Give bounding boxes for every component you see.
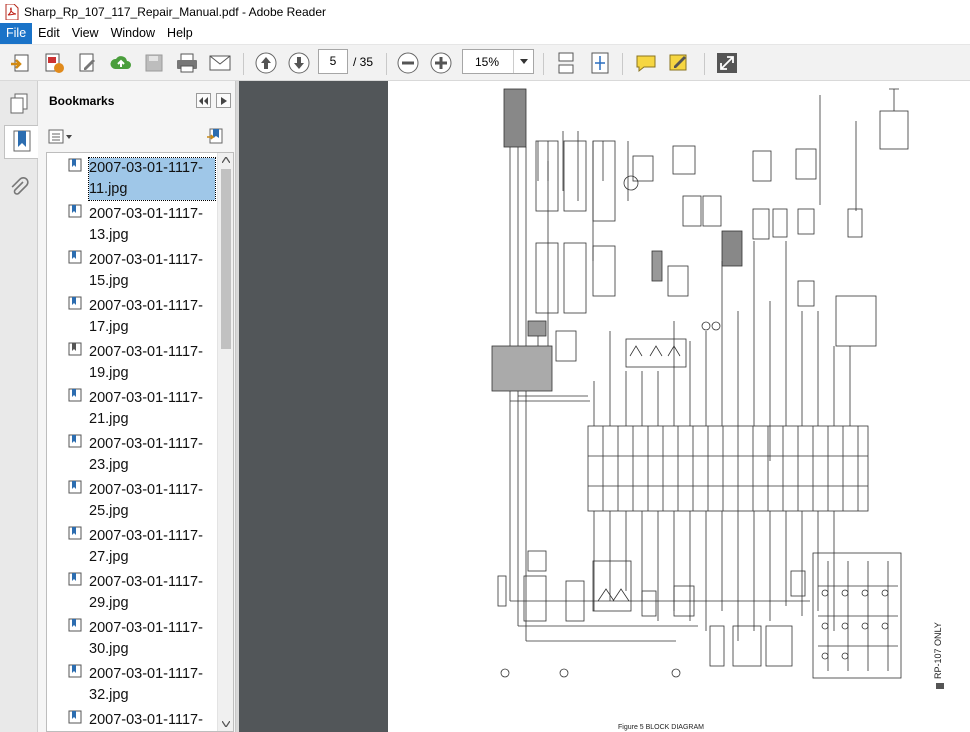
rp107-only-note: RP-107 ONLY xyxy=(933,622,943,679)
bookmark-item[interactable]: 2007-03-01-1117- 23.jpg xyxy=(65,434,215,480)
previous-page-icon[interactable] xyxy=(252,49,280,77)
bookmark-icon xyxy=(68,618,82,632)
bookmark-icon xyxy=(68,572,82,586)
collapse-panel-icon[interactable] xyxy=(196,93,211,108)
sign-icon[interactable] xyxy=(665,49,693,77)
bookmark-item[interactable]: 2007-03-01-1117- 19.jpg xyxy=(65,342,215,388)
bookmarks-list: 2007-03-01-1117- 11.jpg 2007-03-01-1117-… xyxy=(46,152,234,732)
bookmarks-title: Bookmarks xyxy=(49,94,115,108)
zoom-value: 15% xyxy=(475,55,500,69)
block-diagram-image: Figure 5 BLOCK DIAGRAM RP-107 ONLY xyxy=(491,88,944,731)
bookmarks-panel: Bookmarks 2007-03-01-1117- 11.jpg 2007-0… xyxy=(38,81,236,732)
bookmark-icon xyxy=(68,250,82,264)
scroll-up-icon[interactable] xyxy=(222,157,230,163)
bookmark-label: 2007-03-01-1117- 29.jpg xyxy=(89,574,203,611)
bookmark-item[interactable]: 2007-03-01-1117- 13.jpg xyxy=(65,204,215,250)
scroll-down-icon[interactable] xyxy=(222,721,230,727)
comment-icon[interactable] xyxy=(632,49,660,77)
page-number-input[interactable]: 5 xyxy=(318,49,348,74)
bookmark-label: 2007-03-01-1117- 15.jpg xyxy=(89,252,203,289)
save-icon[interactable] xyxy=(140,49,168,77)
zoom-select[interactable]: 15% xyxy=(462,49,534,74)
bookmark-icon xyxy=(68,664,82,678)
page-thumbnails-icon[interactable] xyxy=(4,87,34,121)
bookmark-item[interactable]: 2007-03-01-1117- 32.jpg xyxy=(65,664,215,710)
title-bar: Sharp_Rp_107_117_Repair_Manual.pdf - Ado… xyxy=(0,0,970,23)
zoom-in-icon[interactable] xyxy=(427,49,455,77)
bookmark-label: 2007-03-01-1117- 30.jpg xyxy=(89,620,203,657)
bookmark-icon xyxy=(68,296,82,310)
bookmark-icon xyxy=(68,434,82,448)
navigation-rail xyxy=(0,81,39,732)
bookmark-icon xyxy=(68,388,82,402)
scrollbar-thumb[interactable] xyxy=(221,169,231,349)
bookmark-label: 2007-03-01-1117- xyxy=(89,712,203,728)
document-viewer-background xyxy=(239,81,388,732)
bookmark-item[interactable]: 2007-03-01-1117- 21.jpg xyxy=(65,388,215,434)
menu-bar: File Edit View Window Help xyxy=(0,23,970,44)
bookmark-item[interactable]: 2007-03-01-1117- 27.jpg xyxy=(65,526,215,572)
email-icon[interactable] xyxy=(206,49,234,77)
scroll-mode-icon[interactable] xyxy=(552,49,580,77)
bookmarks-toolbar xyxy=(38,123,236,151)
page-total-label: / 35 xyxy=(353,55,374,69)
menu-edit[interactable]: Edit xyxy=(32,23,66,44)
window-title: Sharp_Rp_107_117_Repair_Manual.pdf - Ado… xyxy=(24,4,326,19)
bookmark-item[interactable]: 2007-03-01-1117- 25.jpg xyxy=(65,480,215,526)
bookmarks-header: Bookmarks xyxy=(38,81,236,121)
menu-view[interactable]: View xyxy=(66,23,105,44)
create-pdf-icon[interactable] xyxy=(6,49,34,77)
menu-file[interactable]: File xyxy=(0,23,33,44)
chevron-down-icon[interactable] xyxy=(513,50,533,73)
diagram-caption: Figure 5 BLOCK DIAGRAM xyxy=(618,724,704,731)
bookmark-icon xyxy=(68,342,82,356)
bookmark-item[interactable]: 2007-03-01-1117- 11.jpg xyxy=(65,157,216,204)
bookmark-label: 2007-03-01-1117- 23.jpg xyxy=(89,436,203,473)
fit-page-icon[interactable] xyxy=(586,49,614,77)
attachments-icon[interactable] xyxy=(4,171,34,205)
expand-bookmark-icon[interactable] xyxy=(206,127,224,148)
bookmark-icon xyxy=(68,710,82,724)
bookmark-label: 2007-03-01-1117- 13.jpg xyxy=(89,206,203,243)
edit-pdf-icon[interactable] xyxy=(74,49,102,77)
bookmarks-scrollbar[interactable] xyxy=(217,153,233,731)
pdf-file-icon xyxy=(5,3,19,20)
next-page-icon[interactable] xyxy=(285,49,313,77)
bookmark-item[interactable]: 2007-03-01-1117- xyxy=(65,710,215,731)
bookmark-icon xyxy=(68,480,82,494)
menu-help[interactable]: Help xyxy=(161,23,199,44)
fullscreen-icon[interactable] xyxy=(713,49,741,77)
bookmark-label: 2007-03-01-1117- 17.jpg xyxy=(89,298,203,335)
bookmark-item[interactable]: 2007-03-01-1117- 17.jpg xyxy=(65,296,215,342)
bookmark-label: 2007-03-01-1117- 21.jpg xyxy=(89,390,203,427)
export-pdf-icon[interactable] xyxy=(40,49,68,77)
zoom-out-icon[interactable] xyxy=(394,49,422,77)
upload-cloud-icon[interactable] xyxy=(107,49,135,77)
bookmark-label: 2007-03-01-1117- 27.jpg xyxy=(89,528,203,565)
bookmark-label: 2007-03-01-1117- 19.jpg xyxy=(89,344,203,381)
bookmark-icon xyxy=(68,526,82,540)
expand-panel-icon[interactable] xyxy=(216,93,231,108)
bookmark-item[interactable]: 2007-03-01-1117- 15.jpg xyxy=(65,250,215,296)
bookmark-icon xyxy=(68,158,82,172)
bookmark-icon xyxy=(68,204,82,218)
bookmark-label: 2007-03-01-1117- 32.jpg xyxy=(89,666,203,703)
bookmarks-icon[interactable] xyxy=(4,125,39,159)
bookmark-label: 2007-03-01-1117- 25.jpg xyxy=(89,482,203,519)
options-menu-icon[interactable] xyxy=(48,129,74,148)
print-icon[interactable] xyxy=(173,49,201,77)
bookmark-label: 2007-03-01-1117- 11.jpg xyxy=(88,157,216,201)
bookmark-item[interactable]: 2007-03-01-1117- 29.jpg xyxy=(65,572,215,618)
menu-window[interactable]: Window xyxy=(105,23,161,44)
bookmark-item[interactable]: 2007-03-01-1117- 30.jpg xyxy=(65,618,215,664)
document-page: Figure 5 BLOCK DIAGRAM RP-107 ONLY xyxy=(388,81,970,732)
